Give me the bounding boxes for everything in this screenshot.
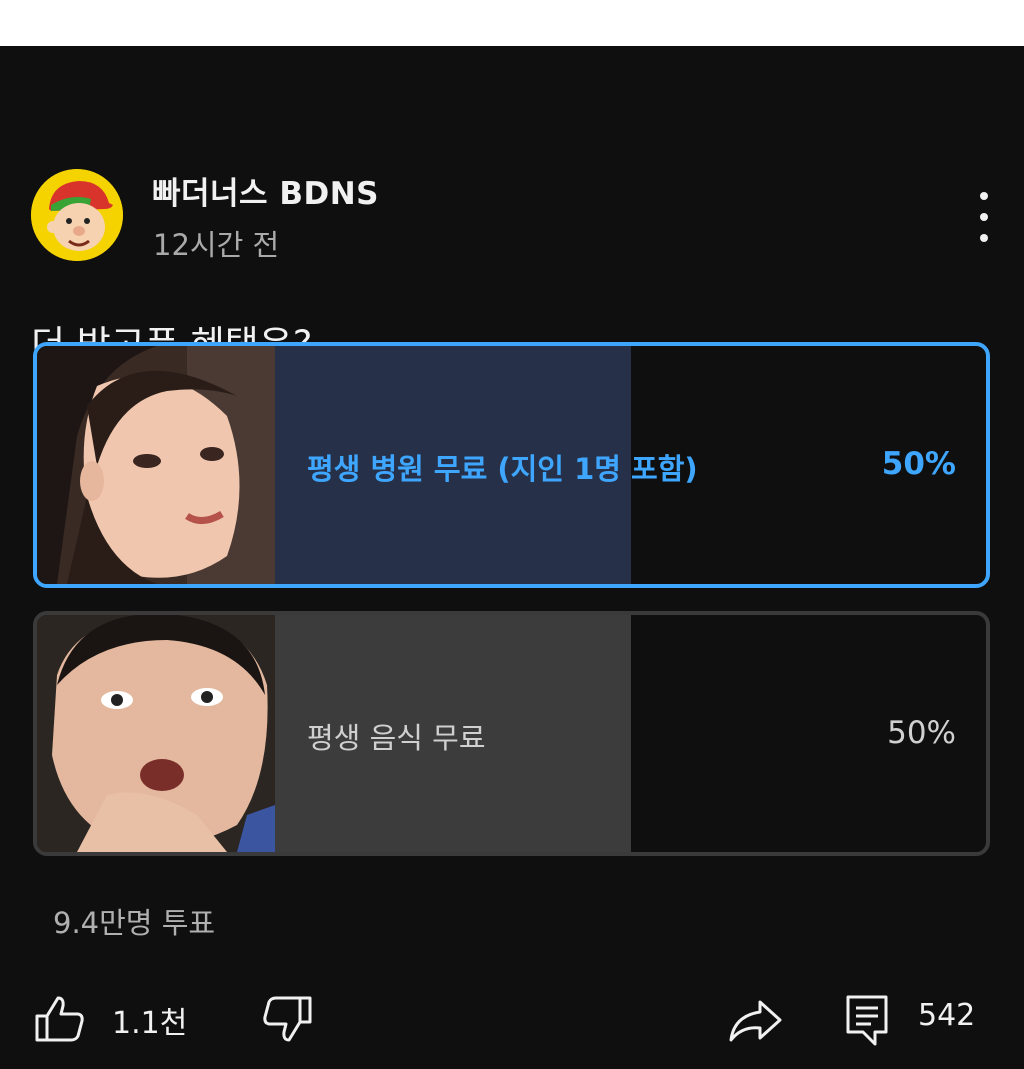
comment-count: 542	[918, 998, 976, 1033]
post-timestamp: 12시간 전	[153, 228, 280, 262]
action-bar: 1.1천 542	[0, 986, 1024, 1056]
poll-option-1-label: 평생 병원 무료 (지인 1명 포함)	[307, 452, 698, 486]
poll-option-2[interactable]: 평생 음식 무료 50%	[33, 611, 990, 856]
channel-name[interactable]: 빠더너스 BDNS	[152, 168, 379, 213]
more-options-icon[interactable]	[964, 192, 1004, 242]
community-post: 빠더너스 BDNS 12시간 전 더 받고픈 혜택은? 평생 병원 무료 (지인…	[0, 46, 1024, 1069]
share-icon[interactable]	[728, 998, 782, 1046]
thumbs-up-icon[interactable]	[34, 994, 86, 1048]
poll-option-2-percent: 50%	[887, 715, 956, 751]
like-count: 1.1천	[112, 1006, 188, 1041]
poll-option-1-percent: 50%	[881, 446, 956, 482]
vote-count: 9.4만명 투표	[53, 906, 216, 940]
poll-option-1[interactable]: 평생 병원 무료 (지인 1명 포함) 50%	[33, 342, 990, 588]
comment-icon[interactable]	[845, 994, 889, 1050]
poll-option-2-image	[37, 615, 275, 852]
poll-option-2-label: 평생 음식 무료	[307, 721, 486, 755]
thumbs-down-icon[interactable]	[261, 994, 313, 1048]
poll-option-1-image	[37, 346, 275, 584]
channel-avatar[interactable]	[31, 169, 123, 261]
